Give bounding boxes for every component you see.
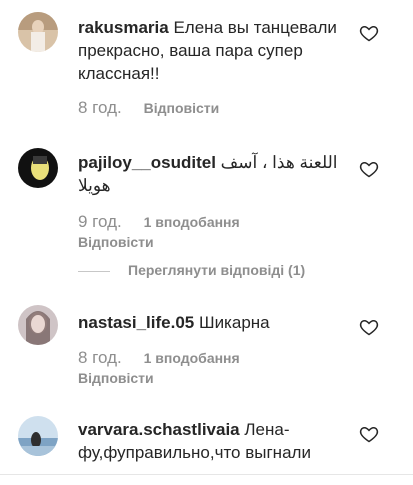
comment-body: Шикарна — [198, 313, 270, 332]
avatar[interactable] — [18, 148, 58, 188]
comment-time: 8 год. — [78, 98, 122, 117]
heart-outline-icon[interactable] — [359, 23, 379, 43]
reply-button[interactable]: Відповісти — [78, 234, 154, 250]
comment-meta: Відповісти — [78, 370, 154, 386]
comment-text-block: varvara.schastlivaia Лена-фу,фуправильно… — [78, 418, 356, 464]
view-replies-label: Переглянути відповіді (1) — [128, 262, 306, 278]
heart-outline-icon[interactable] — [359, 317, 379, 337]
likes-count[interactable]: 1 вподобання — [144, 214, 240, 230]
avatar[interactable] — [18, 305, 58, 345]
comment-text-block: nastasi_life.05 Шикарна — [78, 311, 356, 334]
comment-time: 8 год. — [78, 348, 122, 367]
reply-button[interactable]: Відповісти — [144, 100, 220, 116]
comment-username[interactable]: varvara.schastlivaia — [78, 420, 240, 439]
comment-meta: 8 год. Відповісти — [78, 98, 219, 118]
comment-meta: 8 год. 1 вподобання — [78, 348, 240, 368]
comment-meta: 9 год. 1 вподобання — [78, 212, 240, 232]
comment-username[interactable]: rakusmaria — [78, 18, 169, 37]
comment-meta: Відповісти — [78, 234, 154, 250]
likes-count[interactable]: 1 вподобання — [144, 350, 240, 366]
avatar[interactable] — [18, 416, 58, 456]
divider — [78, 270, 110, 272]
reply-button[interactable]: Відповісти — [78, 370, 154, 386]
heart-outline-icon[interactable] — [359, 424, 379, 444]
heart-outline-icon[interactable] — [359, 159, 379, 179]
view-replies-button[interactable]: Переглянути відповіді (1) — [78, 262, 305, 278]
comment-username[interactable]: pajiloy__osuditel — [78, 153, 216, 172]
comment-time: 9 год. — [78, 212, 122, 231]
comment-text-block: rakusmaria Елена вы танцевали прекрасно,… — [78, 16, 356, 85]
comment-username[interactable]: nastasi_life.05 — [78, 313, 194, 332]
comment-text-block: pajiloy__osuditel اللعنة هذا ، آسف هويلا — [78, 151, 356, 197]
divider — [0, 474, 413, 475]
avatar[interactable] — [18, 12, 58, 52]
